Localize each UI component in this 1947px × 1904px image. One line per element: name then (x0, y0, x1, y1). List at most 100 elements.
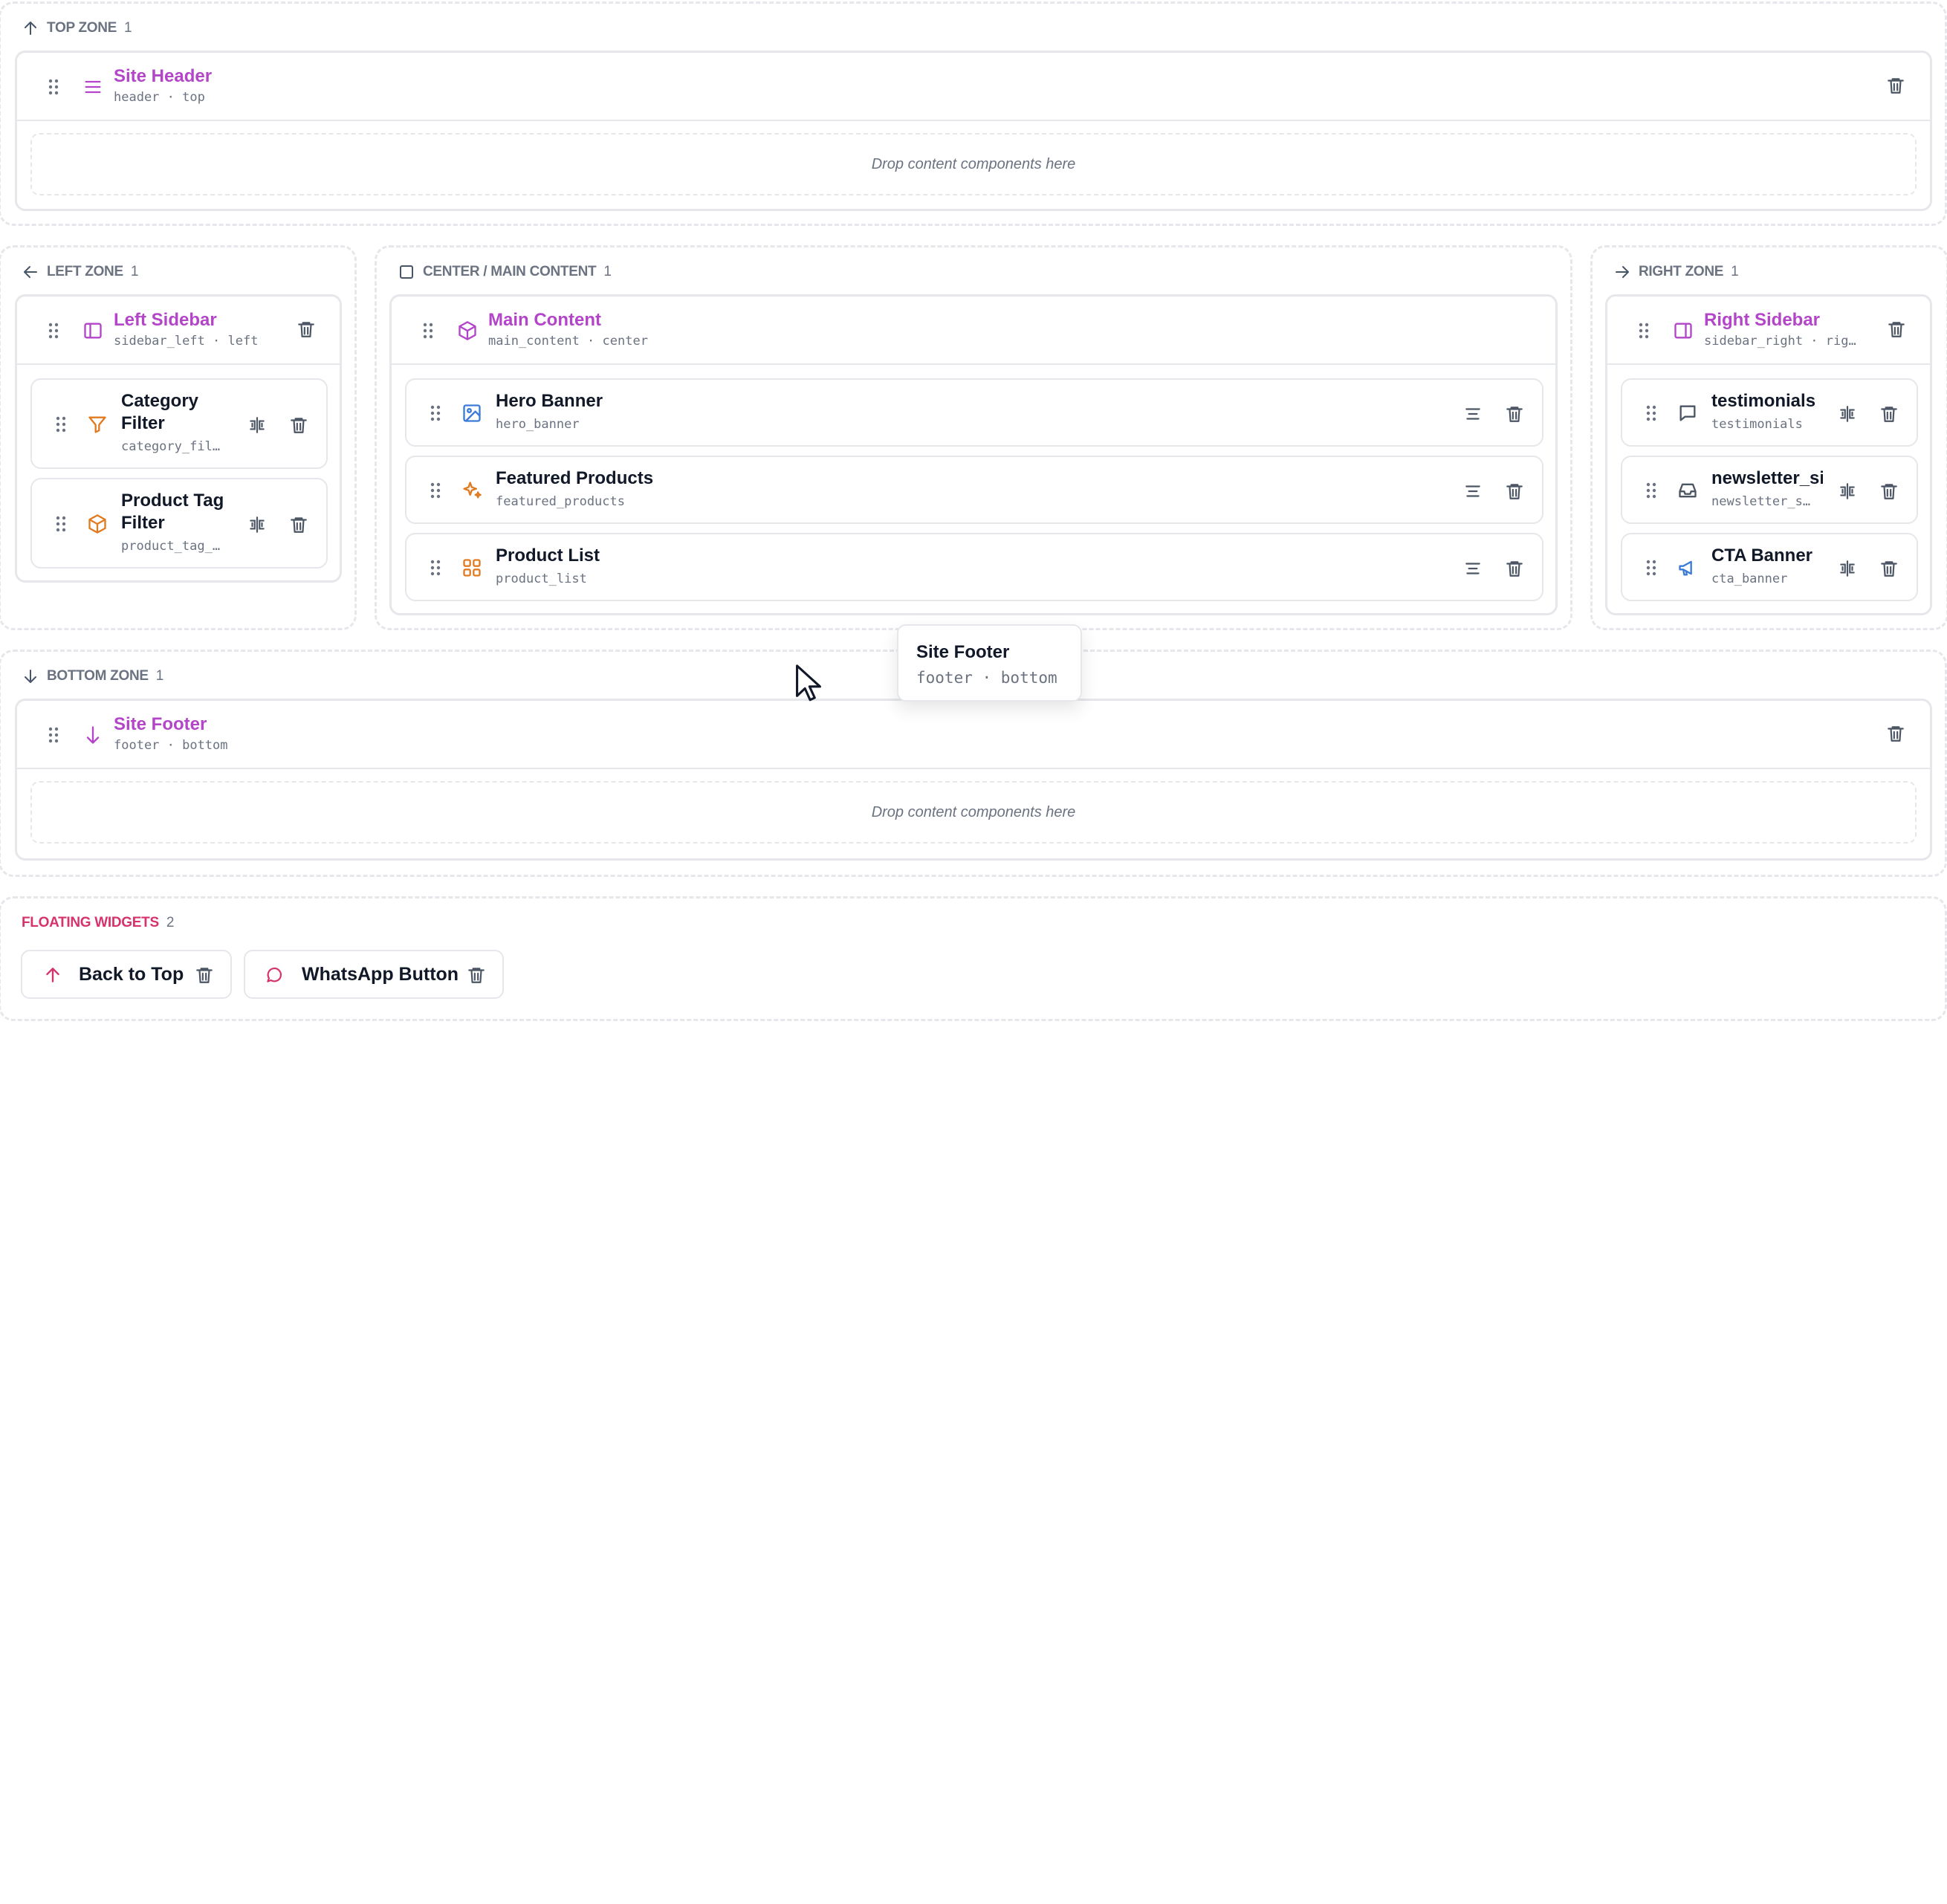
responsive-toggle-icon[interactable] (247, 515, 267, 534)
mouse-cursor-icon (794, 663, 823, 703)
drop-zone[interactable]: Drop content components here (30, 133, 1917, 195)
component-meta: testimonials (1711, 417, 1803, 432)
drag-handle-icon[interactable] (56, 416, 66, 433)
delete-icon[interactable] (1505, 482, 1524, 501)
site-header-title: Site Header (114, 66, 213, 86)
align-center-icon[interactable] (1463, 404, 1483, 424)
drag-handle-icon[interactable] (430, 560, 441, 576)
responsive-toggle-icon[interactable] (247, 415, 267, 435)
component-meta: hero_banner (496, 417, 580, 432)
top-zone-count: 1 (124, 20, 132, 36)
delete-icon[interactable] (1879, 404, 1899, 424)
right-zone-count: 1 (1731, 264, 1739, 279)
component-category-filter[interactable]: Category Filter category_fil… (30, 378, 328, 469)
delete-icon[interactable] (195, 965, 214, 985)
responsive-toggle-icon[interactable] (1838, 482, 1857, 501)
menu-lines-icon (82, 77, 103, 97)
box-icon (87, 514, 108, 534)
component-meta: product_tag_… (121, 539, 221, 554)
component-meta: newsletter_s… (1711, 494, 1811, 509)
left-sidebar-card[interactable]: Left Sidebar sidebar_left · left Categor… (15, 294, 342, 583)
left-sidebar-meta: sidebar_left · left (114, 334, 259, 349)
left-sidebar-head: Left Sidebar sidebar_left · left (17, 297, 340, 365)
tooltip-title: Site Footer (916, 642, 1010, 662)
component-title-line1: Category (121, 391, 199, 411)
widget-label: Back to Top (79, 964, 184, 985)
drag-handle-icon[interactable] (1646, 405, 1656, 421)
site-footer-head: Site Footer footer · bottom (17, 701, 1930, 769)
sidebar-right-icon (1673, 320, 1694, 341)
component-title: CTA Banner (1711, 545, 1813, 566)
right-sidebar-meta: sidebar_right · rig… (1704, 334, 1856, 349)
floating-widgets-count: 2 (166, 915, 175, 930)
delete-icon[interactable] (1887, 320, 1906, 339)
right-sidebar-head: Right Sidebar sidebar_right · rig… (1607, 297, 1930, 365)
right-zone-title: RIGHT ZONE 1 (1613, 261, 1739, 283)
component-title: Product List (496, 545, 600, 566)
delete-icon[interactable] (1879, 482, 1899, 501)
delete-icon[interactable] (1505, 404, 1524, 424)
component-testimonials[interactable]: testimonials testimonials (1621, 378, 1918, 447)
component-meta: cta_banner (1711, 571, 1788, 586)
delete-icon[interactable] (289, 515, 308, 534)
grid-icon (461, 557, 482, 578)
component-product-tag-filter[interactable]: Product Tag Filter product_tag_… (30, 478, 328, 569)
right-sidebar-title: Right Sidebar (1704, 310, 1821, 330)
component-cta-banner[interactable]: CTA Banner cta_banner (1621, 533, 1918, 601)
drag-handle-icon[interactable] (430, 482, 441, 499)
drag-handle-icon[interactable] (48, 727, 59, 743)
widget-label: WhatsApp Button (302, 964, 459, 985)
tooltip: Site Footer footer · bottom (897, 624, 1082, 702)
component-meta: featured_products (496, 494, 625, 509)
site-footer-title: Site Footer (114, 714, 207, 734)
drag-handle-icon[interactable] (1639, 323, 1649, 339)
cube-icon (457, 320, 478, 341)
component-newsletter[interactable]: newsletter_si newsletter_s… (1621, 456, 1918, 524)
arrow-down-icon (22, 667, 39, 685)
site-header-card[interactable]: Site Header header · top Drop content co… (15, 51, 1932, 211)
arrow-up-icon (22, 19, 39, 37)
drop-zone[interactable]: Drop content components here (30, 781, 1917, 843)
drag-handle-icon[interactable] (48, 323, 59, 339)
square-icon (398, 263, 415, 281)
delete-icon[interactable] (297, 320, 316, 339)
site-footer-meta: footer · bottom (114, 738, 228, 753)
site-footer-card[interactable]: Site Footer footer · bottom Drop content… (15, 699, 1932, 861)
component-title-line1: Product Tag (121, 490, 224, 511)
message-circle-icon (265, 965, 284, 985)
main-content-title: Main Content (488, 310, 601, 330)
delete-icon[interactable] (289, 415, 308, 435)
left-sidebar-title: Left Sidebar (114, 310, 217, 330)
drag-handle-icon[interactable] (1646, 482, 1656, 499)
component-featured-products[interactable]: Featured Products featured_products (405, 456, 1543, 524)
align-center-icon[interactable] (1463, 559, 1483, 578)
drag-handle-icon[interactable] (48, 79, 59, 95)
filter-icon (87, 414, 108, 435)
left-zone-title: LEFT ZONE 1 (22, 261, 138, 283)
right-sidebar-card[interactable]: Right Sidebar sidebar_right · rig… testi… (1605, 294, 1932, 615)
drag-handle-icon[interactable] (423, 323, 433, 339)
delete-icon[interactable] (1505, 559, 1524, 578)
widget-whatsapp-button[interactable]: WhatsApp Button (244, 950, 504, 999)
component-meta: product_list (496, 571, 587, 586)
delete-icon[interactable] (1879, 559, 1899, 578)
widget-back-to-top[interactable]: Back to Top (21, 950, 232, 999)
responsive-toggle-icon[interactable] (1838, 404, 1857, 424)
main-content-head: Main Content main_content · center (392, 297, 1555, 365)
main-content-meta: main_content · center (488, 334, 648, 349)
drag-handle-icon[interactable] (1646, 560, 1656, 576)
drag-handle-icon[interactable] (430, 405, 441, 421)
sidebar-left-icon (82, 320, 103, 341)
main-content-card[interactable]: Main Content main_content · center Hero … (389, 294, 1558, 615)
delete-icon[interactable] (1886, 76, 1905, 95)
drag-handle-icon[interactable] (56, 516, 66, 532)
megaphone-icon (1677, 557, 1698, 578)
responsive-toggle-icon[interactable] (1838, 559, 1857, 578)
delete-icon[interactable] (1886, 724, 1905, 743)
arrow-down-icon (82, 725, 103, 745)
component-hero-banner[interactable]: Hero Banner hero_banner (405, 378, 1543, 447)
align-center-icon[interactable] (1463, 482, 1483, 501)
delete-icon[interactable] (467, 965, 486, 985)
component-product-list[interactable]: Product List product_list (405, 533, 1543, 601)
top-zone-title: TOP ZONE 1 (22, 17, 132, 39)
